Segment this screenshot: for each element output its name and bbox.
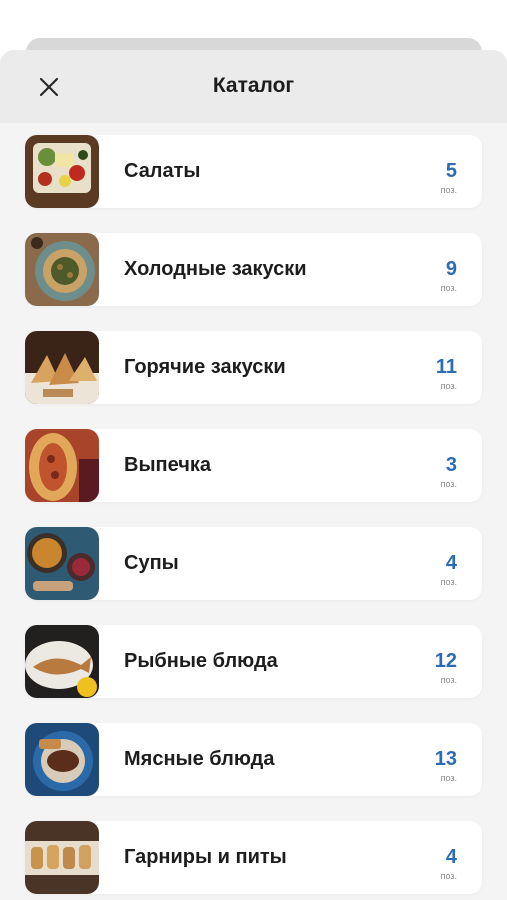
category-label: Мясные блюда	[124, 748, 275, 770]
category-image	[25, 331, 99, 404]
category-image	[25, 625, 99, 698]
category-label: Холодные закуски	[124, 258, 307, 280]
category-count-unit: поз.	[440, 283, 457, 293]
category-count: 4	[445, 846, 457, 868]
category-image	[25, 821, 99, 894]
category-count-unit: поз.	[440, 381, 457, 391]
category-item-sides[interactable]: Гарниры и питы 4 поз.	[25, 821, 482, 894]
category-item-salads[interactable]: Салаты 5 поз.	[25, 135, 482, 208]
category-label: Рыбные блюда	[124, 650, 278, 672]
category-count: 3	[445, 454, 457, 476]
page-title: Каталог	[212, 74, 295, 97]
category-item-meat[interactable]: Мясные блюда 13 поз.	[25, 723, 482, 796]
catalog-header: Каталог	[0, 50, 507, 123]
category-count-unit: поз.	[440, 773, 457, 783]
category-count-unit: поз.	[440, 871, 457, 881]
catalog-sheet: Каталог Салаты 5 поз. Холодные закуски 9…	[0, 50, 507, 900]
category-image	[25, 429, 99, 502]
category-item-fish[interactable]: Рыбные блюда 12 поз.	[25, 625, 482, 698]
category-label: Супы	[124, 552, 179, 574]
category-list: Салаты 5 поз. Холодные закуски 9 поз. Го…	[0, 123, 507, 894]
category-image	[25, 233, 99, 306]
category-image	[25, 723, 99, 796]
category-count-unit: поз.	[440, 479, 457, 489]
category-count: 13	[434, 748, 457, 770]
category-count: 11	[435, 356, 457, 378]
category-count: 4	[445, 552, 457, 574]
category-count: 12	[434, 650, 457, 672]
category-label: Салаты	[124, 160, 201, 182]
category-label: Выпечка	[124, 454, 211, 476]
category-count-unit: поз.	[440, 577, 457, 587]
category-item-cold-appetizers[interactable]: Холодные закуски 9 поз.	[25, 233, 482, 306]
category-label: Гарниры и питы	[124, 846, 287, 868]
category-count-unit: поз.	[440, 185, 457, 195]
category-image	[25, 527, 99, 600]
category-label: Горячие закуски	[124, 356, 286, 378]
category-item-pastry[interactable]: Выпечка 3 поз.	[25, 429, 482, 502]
category-item-soups[interactable]: Супы 4 поз.	[25, 527, 482, 600]
category-item-hot-appetizers[interactable]: Горячие закуски 11 поз.	[25, 331, 482, 404]
category-image	[25, 135, 99, 208]
category-count: 5	[445, 160, 457, 182]
category-count-unit: поз.	[440, 675, 457, 685]
category-count: 9	[445, 258, 457, 280]
